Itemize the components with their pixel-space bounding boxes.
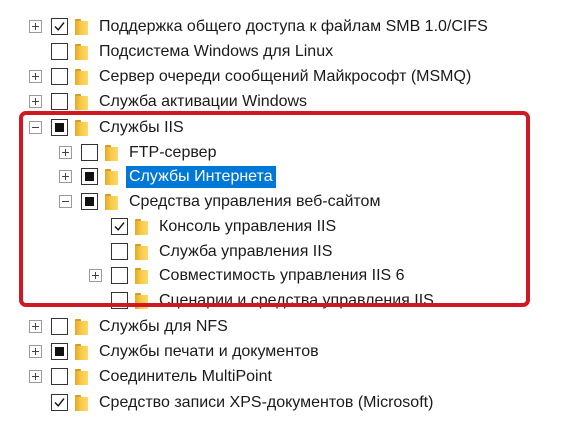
folder-icon	[135, 267, 148, 284]
folder-icon	[135, 218, 148, 235]
tree-item-iis-console[interactable]: Консоль управления IIS	[89, 214, 339, 239]
expand-plus-icon[interactable]	[29, 345, 42, 358]
folder-icon	[75, 368, 88, 385]
checkbox-unchecked[interactable]	[111, 243, 128, 260]
expand-plus-icon[interactable]	[59, 146, 72, 159]
checkbox-checked[interactable]	[51, 18, 68, 35]
tree-item-label: Подсистема Windows для Linux	[99, 42, 334, 60]
tree-item-multipoint[interactable]: Соединитель MultiPoint	[29, 364, 275, 389]
folder-icon	[105, 193, 118, 210]
tree-item-iis[interactable]: Службы IIS	[29, 115, 187, 140]
expand-plus-icon[interactable]	[29, 370, 42, 383]
checkbox-unchecked[interactable]	[81, 144, 98, 161]
checkbox-partial[interactable]	[81, 193, 98, 210]
folder-icon	[135, 243, 148, 260]
folder-icon	[75, 18, 88, 35]
checkbox-partial[interactable]	[51, 343, 68, 360]
checkbox-partial[interactable]	[81, 168, 98, 185]
tree-item-web-management-tools[interactable]: Средства управления веб-сайтом	[59, 189, 383, 214]
expand-plus-icon[interactable]	[29, 95, 42, 108]
tree-item-label: Средство записи XPS-документов (Microsof…	[99, 393, 434, 411]
checkbox-unchecked[interactable]	[51, 43, 68, 60]
tree-item-msmq[interactable]: Сервер очереди сообщений Майкрософт (MSM…	[29, 64, 474, 89]
folder-icon	[75, 343, 88, 360]
tree-item-label-selected: Службы Интернета	[126, 165, 276, 188]
tree-item-label: Службы для NFS	[99, 317, 228, 335]
expand-plus-icon[interactable]	[59, 170, 72, 183]
tree-item-iis-management-service[interactable]: Служба управления IIS	[89, 239, 335, 264]
checkbox-unchecked[interactable]	[51, 368, 68, 385]
checkbox-unchecked[interactable]	[51, 93, 68, 110]
tree-item-label: Консоль управления IIS	[159, 217, 337, 235]
tree-item-label: Совместимость управления IIS 6	[159, 266, 405, 284]
tree-item-label: Средства управления веб-сайтом	[129, 192, 381, 210]
tree-item-label: Службы IIS	[99, 118, 184, 136]
tree-item-label: Соединитель MultiPoint	[99, 367, 272, 385]
tree-item-label: Поддержка общего доступа к файлам SMB 1.…	[99, 17, 488, 35]
tree-item-wsl[interactable]: Подсистема Windows для Linux	[29, 39, 336, 64]
folder-icon	[75, 394, 88, 411]
collapse-minus-icon[interactable]	[59, 195, 72, 208]
checkbox-unchecked[interactable]	[111, 292, 128, 309]
folder-icon	[135, 292, 148, 309]
checkbox-unchecked[interactable]	[111, 267, 128, 284]
collapse-minus-icon[interactable]	[29, 121, 42, 134]
expand-plus-icon[interactable]	[29, 20, 42, 33]
tree-item-ftp[interactable]: FTP-сервер	[59, 140, 219, 165]
checkbox-partial[interactable]	[51, 119, 68, 136]
tree-item-label: Сценарии и средства управления IIS	[159, 291, 434, 309]
expand-plus-icon[interactable]	[29, 70, 42, 83]
tree-item-internet-services[interactable]: Службы Интернета	[59, 164, 276, 189]
folder-icon	[105, 144, 118, 161]
expand-plus-icon[interactable]	[29, 320, 42, 333]
checkbox-checked[interactable]	[111, 218, 128, 235]
tree-item-smb[interactable]: Поддержка общего доступа к файлам SMB 1.…	[29, 14, 491, 39]
folder-icon	[75, 68, 88, 85]
folder-icon	[75, 93, 88, 110]
tree-item-nfs[interactable]: Службы для NFS	[29, 314, 231, 339]
tree-item-label: FTP-сервер	[129, 143, 217, 161]
expand-plus-icon[interactable]	[89, 269, 102, 282]
folder-icon	[75, 119, 88, 136]
checkbox-unchecked[interactable]	[51, 68, 68, 85]
tree-item-print-document-services[interactable]: Службы печати и документов	[29, 339, 322, 364]
tree-item-label: Служба активации Windows	[99, 92, 308, 110]
windows-features-tree: Поддержка общего доступа к файлам SMB 1.…	[0, 0, 587, 448]
tree-item-was[interactable]: Служба активации Windows	[29, 89, 310, 114]
tree-item-iis-scripts-tools[interactable]: Сценарии и средства управления IIS	[89, 288, 437, 313]
checkbox-unchecked[interactable]	[51, 318, 68, 335]
tree-item-xps-writer[interactable]: Средство записи XPS-документов (Microsof…	[29, 390, 436, 415]
folder-icon	[105, 168, 118, 185]
tree-item-iis6-compat[interactable]: Совместимость управления IIS 6	[89, 263, 408, 288]
tree-item-label: Служба управления IIS	[159, 242, 333, 260]
folder-icon	[75, 318, 88, 335]
folder-icon	[75, 43, 88, 60]
checkbox-checked[interactable]	[51, 394, 68, 411]
tree-item-label: Сервер очереди сообщений Майкрософт (MSM…	[99, 67, 472, 85]
tree-item-label: Службы печати и документов	[99, 342, 319, 360]
